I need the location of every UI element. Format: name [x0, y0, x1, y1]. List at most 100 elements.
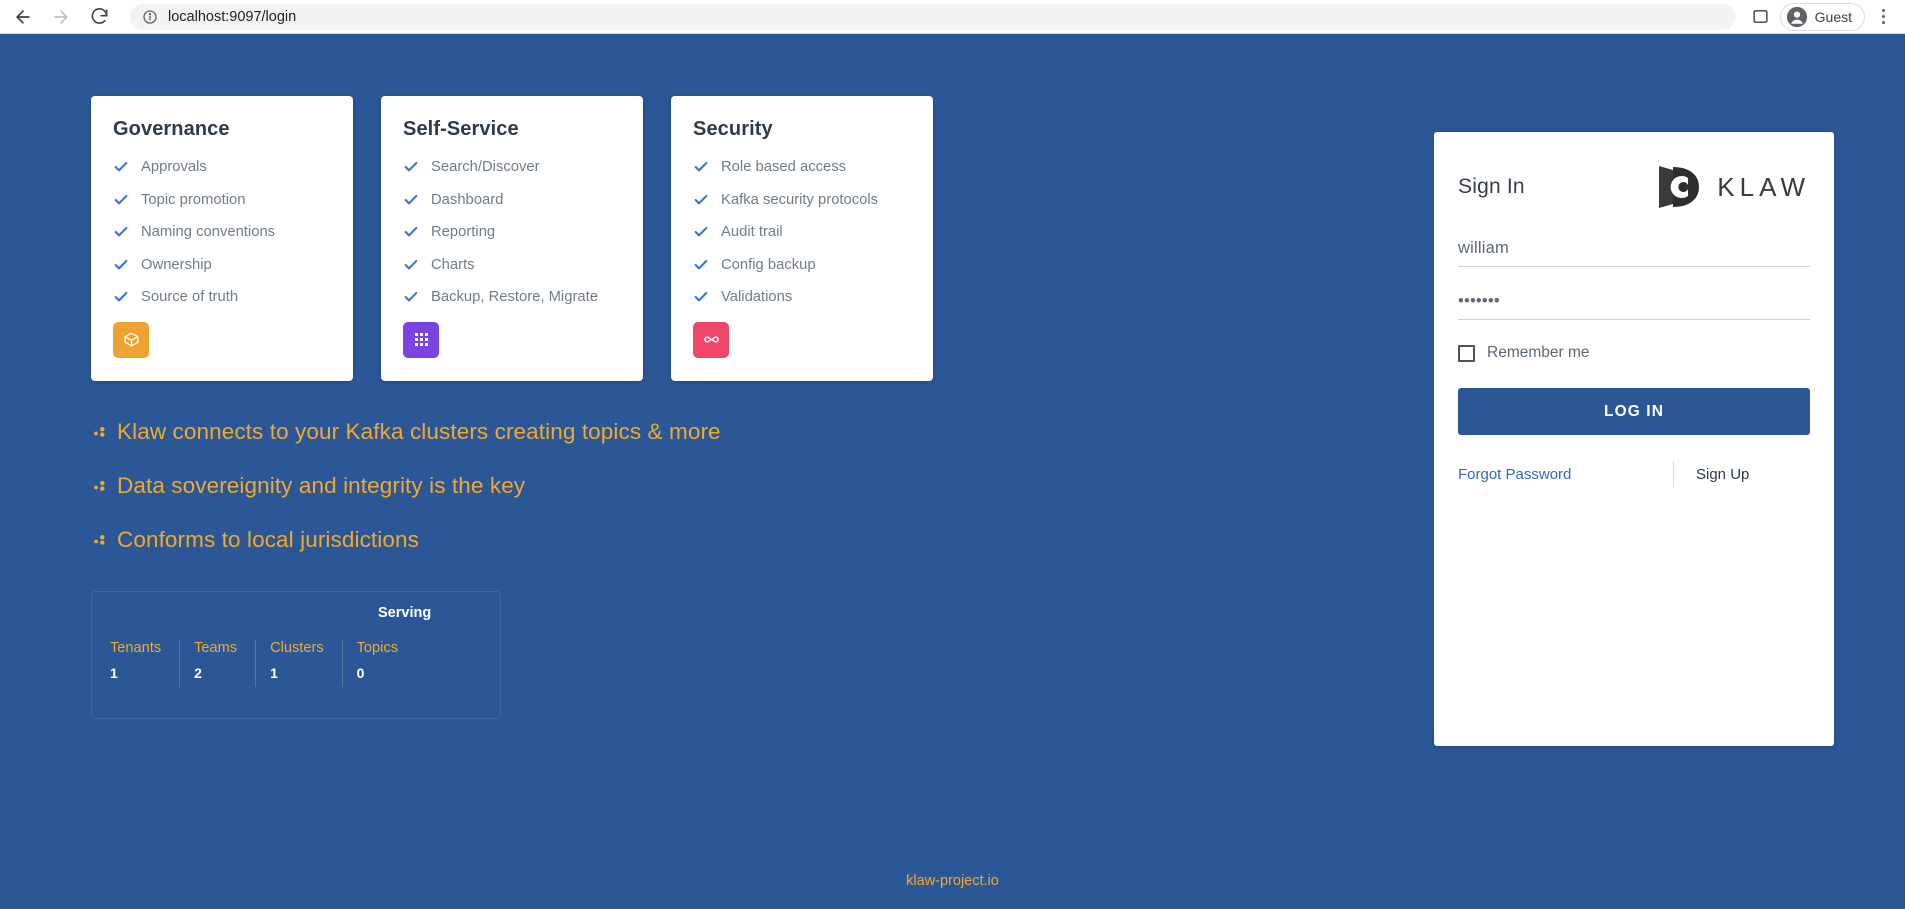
login-button[interactable]: LOG IN [1458, 388, 1810, 435]
list-item-label: Approvals [141, 159, 207, 175]
list-item-label: Audit trail [721, 224, 783, 240]
column-header-tenants: Tenants [110, 640, 180, 665]
sign-in-panel: Sign In KLAW Remember me LOG IN Fo [1434, 132, 1834, 746]
forward-arrow-icon [51, 7, 71, 27]
avatar-icon [1786, 6, 1808, 28]
page-title: Sign In [1458, 175, 1525, 199]
tagline-item: Data sovereignity and integrity is the k… [92, 473, 721, 499]
remember-me-row[interactable]: Remember me [1458, 344, 1810, 362]
feature-list: Search/Discover Dashboard Reporting Char… [403, 159, 619, 305]
serving-title: Serving [378, 605, 431, 621]
password-field-wrap [1458, 283, 1810, 320]
check-icon [403, 257, 419, 273]
sign-in-header: Sign In KLAW [1458, 160, 1810, 214]
bullet-marker-icon [92, 478, 108, 494]
list-item-label: Ownership [141, 257, 212, 273]
site-info-icon[interactable] [142, 9, 158, 25]
klaw-logo-text: KLAW [1717, 172, 1810, 203]
table-row: 1 2 1 0 [110, 665, 416, 687]
feature-card-governance: Governance Approvals Topic promotion Nam… [91, 96, 353, 381]
tagline-list: Klaw connects to your Kafka clusters cre… [92, 419, 721, 581]
username-input[interactable] [1458, 230, 1810, 267]
tagline-text: Data sovereignity and integrity is the k… [117, 473, 525, 499]
chrome-menu-button[interactable] [1869, 2, 1897, 32]
klaw-project-link[interactable]: klaw-project.io [906, 873, 999, 889]
list-item-label: Topic promotion [141, 192, 245, 208]
forgot-password-link[interactable]: Forgot Password [1458, 466, 1673, 483]
list-item-label: Role based access [721, 159, 846, 175]
username-field-wrap [1458, 230, 1810, 267]
list-item: Backup, Restore, Migrate [403, 289, 619, 305]
remember-me-label: Remember me [1487, 344, 1590, 362]
forward-button[interactable] [44, 0, 78, 34]
check-icon [403, 224, 419, 240]
infinity-icon [702, 330, 721, 349]
reload-button[interactable] [82, 0, 116, 34]
link-divider [1673, 461, 1674, 487]
list-item: Config backup [693, 257, 909, 273]
card-title: Security [693, 118, 909, 141]
bullet-marker-icon [92, 532, 108, 548]
governance-icon-button[interactable] [113, 322, 149, 358]
list-item: Approvals [113, 159, 329, 175]
feature-cards: Governance Approvals Topic promotion Nam… [91, 96, 933, 381]
list-item: Audit trail [693, 224, 909, 240]
security-icon-button[interactable] [693, 322, 729, 358]
list-item-label: Reporting [431, 224, 495, 240]
check-icon [403, 192, 419, 208]
list-item: Kafka security protocols [693, 192, 909, 208]
list-item: Dashboard [403, 192, 619, 208]
check-icon [113, 257, 129, 273]
card-title: Self-Service [403, 118, 619, 141]
list-item: Ownership [113, 257, 329, 273]
check-icon [693, 289, 709, 305]
auth-links: Forgot Password Sign Up [1458, 461, 1810, 487]
back-button[interactable] [6, 0, 40, 34]
check-icon [113, 159, 129, 175]
check-icon [113, 289, 129, 305]
list-item: Validations [693, 289, 909, 305]
list-item-label: Charts [431, 257, 475, 273]
check-icon [403, 289, 419, 305]
profile-chip[interactable]: Guest [1780, 3, 1865, 31]
page-footer: klaw-project.io [0, 873, 1905, 889]
cell-teams-value: 2 [180, 665, 256, 687]
sign-up-link[interactable]: Sign Up [1696, 466, 1749, 483]
check-icon [113, 192, 129, 208]
table-header-row: Tenants Teams Clusters Topics [110, 640, 416, 665]
tagline-item: Conforms to local jurisdictions [92, 527, 721, 553]
list-item: Naming conventions [113, 224, 329, 240]
column-header-clusters: Clusters [256, 640, 343, 665]
list-item: Reporting [403, 224, 619, 240]
url-text: localhost:9097/login [168, 9, 296, 25]
kebab-dot [1882, 21, 1885, 24]
cell-topics-value: 0 [342, 665, 416, 687]
check-icon [693, 192, 709, 208]
side-panel-icon [1752, 8, 1769, 25]
list-item: Source of truth [113, 289, 329, 305]
self-service-icon-button[interactable] [403, 322, 439, 358]
check-icon [113, 224, 129, 240]
check-icon [693, 159, 709, 175]
password-input[interactable] [1458, 283, 1810, 320]
cube-icon [123, 331, 140, 348]
list-item-label: Dashboard [431, 192, 503, 208]
serving-stats-table: Tenants Teams Clusters Topics 1 2 1 0 [110, 640, 416, 687]
kebab-dot [1882, 15, 1885, 18]
list-item-label: Kafka security protocols [721, 192, 878, 208]
klaw-logo: KLAW [1657, 164, 1810, 210]
list-item: Search/Discover [403, 159, 619, 175]
list-item: Role based access [693, 159, 909, 175]
column-header-topics: Topics [342, 640, 416, 665]
side-panel-button[interactable] [1746, 2, 1776, 32]
klaw-logo-mark-icon [1657, 164, 1705, 210]
check-icon [403, 159, 419, 175]
address-bar[interactable]: localhost:9097/login [130, 4, 1736, 30]
card-title: Governance [113, 118, 329, 141]
browser-toolbar: localhost:9097/login Guest [0, 0, 1905, 34]
list-item-label: Config backup [721, 257, 816, 273]
tagline-text: Conforms to local jurisdictions [117, 527, 419, 553]
remember-me-checkbox[interactable] [1458, 345, 1475, 362]
serving-stats-card: Serving Tenants Teams Clusters Topics 1 … [91, 591, 501, 719]
check-icon [693, 224, 709, 240]
